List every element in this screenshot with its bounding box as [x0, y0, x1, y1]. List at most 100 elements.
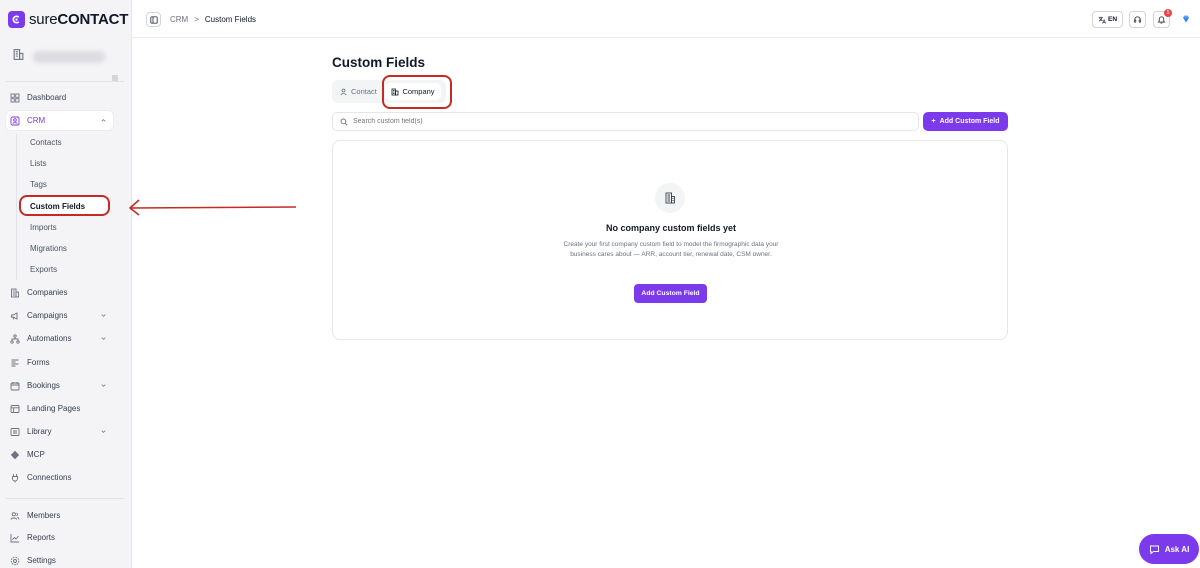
sidebar-item-landing-pages[interactable]: Landing Pages	[6, 399, 113, 418]
breadcrumb-crm[interactable]: CRM	[170, 15, 188, 24]
crm-icon	[10, 116, 20, 126]
chat-icon	[1149, 545, 1159, 555]
gem-icon[interactable]	[1181, 14, 1191, 24]
sidebar-item-campaigns[interactable]: Campaigns	[6, 306, 113, 325]
user-icon	[340, 88, 347, 95]
button-label: Add Custom Field	[939, 118, 1000, 125]
notifications-button[interactable]: 5	[1153, 9, 1172, 28]
sidebar-item-label: Landing Pages	[27, 404, 81, 413]
sidebar-item-library[interactable]: Library	[6, 422, 113, 441]
sidebar-item-dashboard[interactable]: Dashboard	[6, 88, 113, 107]
brand-logo[interactable]: sureCONTACT	[8, 11, 128, 28]
breadcrumb-separator: >	[194, 15, 199, 24]
tab-contact[interactable]: Contact	[340, 87, 377, 96]
plus-icon: +	[931, 118, 936, 125]
top-bar: CRM > Custom Fields EN 5	[132, 0, 1200, 38]
workspace-name-redacted	[33, 51, 105, 63]
tab-label: Contact	[351, 87, 377, 96]
translate-icon	[1098, 16, 1106, 24]
sidebar-item-label: Library	[27, 427, 52, 436]
search-field[interactable]	[332, 112, 919, 131]
sidebar-item-label: Bookings	[27, 381, 60, 390]
dashboard-icon	[10, 93, 20, 103]
megaphone-icon	[10, 311, 20, 321]
main-content: CRM > Custom Fields EN 5 Custom Fields C…	[131, 0, 1200, 568]
empty-state-description: Create your first company custom field t…	[563, 241, 779, 258]
search-icon	[340, 118, 348, 126]
building-icon	[12, 48, 25, 66]
workspace-switcher[interactable]	[12, 48, 105, 66]
mcp-icon	[10, 450, 20, 460]
sidebar-item-label: Forms	[27, 358, 50, 367]
empty-state-add-button[interactable]: Add Custom Field	[634, 284, 707, 303]
sidebar-item-bookings[interactable]: Bookings	[6, 376, 113, 395]
submenu-item-imports[interactable]: Imports	[30, 223, 57, 232]
sidebar-item-label: CRM	[27, 116, 46, 125]
bell-icon	[1157, 16, 1166, 24]
submenu-item-custom-fields[interactable]: Custom Fields	[19, 195, 110, 216]
ask-ai-label: Ask AI	[1164, 544, 1190, 554]
sidebar-item-settings[interactable]: Settings	[6, 551, 113, 568]
annotation-highlight-box	[382, 75, 452, 109]
surecontact-logo-icon	[8, 11, 25, 28]
submenu-item-contacts[interactable]: Contacts	[30, 138, 62, 147]
support-button[interactable]	[1129, 11, 1146, 28]
sidebar-item-members[interactable]: Members	[6, 506, 113, 525]
submenu-item-exports[interactable]: Exports	[30, 265, 57, 274]
language-selector[interactable]: EN	[1092, 11, 1123, 28]
sidebar-panel-icon	[149, 15, 158, 24]
toggle-sidebar-button[interactable]	[146, 12, 161, 27]
chevron-down-icon	[101, 337, 106, 340]
users-icon	[10, 511, 20, 521]
sidebar-item-label: Members	[27, 511, 61, 520]
breadcrumb: CRM > Custom Fields	[170, 15, 256, 24]
library-icon	[10, 427, 20, 437]
brand-name: sureCONTACT	[29, 11, 129, 28]
submenu-item-label: Custom Fields	[30, 202, 86, 211]
empty-state-building-icon	[655, 183, 685, 213]
language-label: EN	[1107, 16, 1118, 23]
gear-icon	[10, 556, 20, 566]
sidebar-divider	[6, 81, 124, 82]
form-icon	[10, 358, 20, 368]
sidebar-item-label: Campaigns	[27, 311, 68, 320]
automation-flow-icon	[10, 333, 20, 344]
sidebar-item-crm[interactable]: CRM	[6, 111, 113, 130]
building-icon	[10, 288, 20, 298]
search-input[interactable]	[353, 118, 853, 125]
sidebar-item-mcp[interactable]: MCP	[6, 445, 113, 464]
sidebar-item-label: Reports	[27, 533, 56, 542]
sidebar-item-label: Connections	[27, 473, 72, 482]
calendar-icon	[10, 381, 20, 391]
sidebar-item-forms[interactable]: Forms	[6, 353, 113, 372]
page-title: Custom Fields	[332, 55, 426, 70]
sidebar-divider	[6, 498, 124, 499]
sidebar-item-automations[interactable]: Automations	[6, 329, 113, 348]
sidebar-item-label: Companies	[27, 288, 68, 297]
sidebar-item-label: Automations	[27, 334, 72, 343]
sidebar-item-connections[interactable]: Connections	[6, 468, 113, 487]
empty-state-title: No company custom fields yet	[605, 223, 737, 233]
chevron-down-icon	[101, 430, 106, 433]
sidebar-item-companies[interactable]: Companies	[6, 283, 113, 302]
notification-count-badge: 5	[1164, 9, 1172, 17]
submenu-item-migrations[interactable]: Migrations	[30, 244, 67, 253]
plug-icon	[10, 473, 20, 483]
sidebar-item-label: Settings	[27, 556, 56, 565]
submenu-item-lists[interactable]: Lists	[30, 159, 46, 168]
layout-icon	[10, 404, 20, 414]
annotation-arrow	[129, 199, 297, 216]
chevron-down-icon	[101, 384, 106, 387]
chart-line-icon	[10, 533, 20, 543]
sidebar-item-label: Dashboard	[27, 93, 67, 102]
empty-state-card: No company custom fields yet Create your…	[332, 140, 1008, 340]
sidebar: sureCONTACT Dashboard CRM Contacts Lists…	[0, 0, 131, 568]
ask-ai-button[interactable]: Ask AI	[1139, 534, 1199, 564]
sidebar-item-reports[interactable]: Reports	[6, 528, 113, 547]
sidebar-item-label: MCP	[27, 450, 45, 459]
submenu-item-tags[interactable]: Tags	[30, 180, 47, 189]
chevron-down-icon	[101, 314, 106, 317]
submenu-guide-line	[16, 134, 17, 280]
add-custom-field-button[interactable]: + Add Custom Field	[923, 112, 1008, 131]
breadcrumb-current: Custom Fields	[204, 15, 257, 24]
